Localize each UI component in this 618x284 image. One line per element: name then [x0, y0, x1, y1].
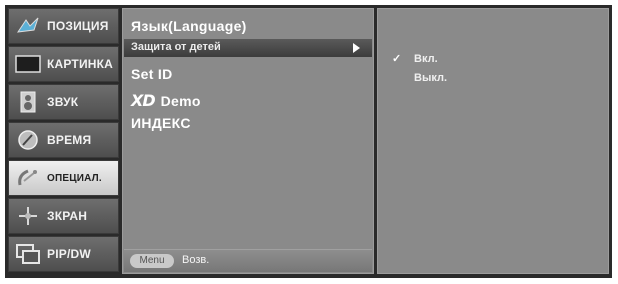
submenu-item-index[interactable]: ИНДЕКС — [131, 115, 191, 131]
submenu-item-language[interactable]: Язык(Language) — [131, 18, 247, 34]
satellite-dish-icon — [15, 167, 41, 189]
menu-item-label: ВРЕМЯ — [47, 133, 92, 147]
main-menu: ПОЗИЦИЯ КАРТИНКА ЗВУК ВРЕМЯ ОПЕЦИАЛ. ЗКР… — [8, 8, 119, 274]
menu-item-label: PIP/DW — [47, 247, 91, 261]
pip-icon — [15, 243, 41, 265]
menu-item-label: ЗВУК — [47, 95, 79, 109]
submenu-item-label: Demo — [160, 92, 201, 109]
xd-logo: XD — [131, 91, 156, 110]
position-icon — [15, 15, 41, 37]
submenu-item-label: Защита от детей — [131, 41, 221, 53]
arrow-right-icon — [353, 43, 360, 53]
picture-icon — [15, 53, 41, 75]
submenu-item-xd-demo[interactable]: XD Demo — [131, 91, 201, 110]
option-on[interactable]: Вкл. — [414, 53, 438, 65]
footer-bar: Menu Возв. — [124, 249, 372, 272]
menu-item-screen[interactable]: ЗКРАН — [8, 198, 119, 234]
speaker-icon — [15, 91, 41, 113]
menu-item-time[interactable]: ВРЕМЯ — [8, 122, 119, 158]
menu-item-position[interactable]: ПОЗИЦИЯ — [8, 8, 119, 44]
check-icon: ✓ — [392, 53, 402, 65]
back-label: Возв. — [182, 254, 210, 266]
screen-adjust-icon — [15, 205, 41, 227]
menu-item-label: ОПЕЦИАЛ. — [47, 172, 102, 184]
menu-item-label: ЗКРАН — [47, 209, 88, 223]
submenu-item-child-lock[interactable]: Защита от детей — [124, 39, 372, 57]
menu-button[interactable]: Menu — [130, 254, 174, 268]
menu-item-special[interactable]: ОПЕЦИАЛ. — [8, 160, 119, 196]
options-panel: ✓ Вкл. Выкл. — [377, 8, 609, 274]
clock-icon — [15, 129, 41, 151]
menu-item-picture[interactable]: КАРТИНКА — [8, 46, 119, 82]
menu-item-pip[interactable]: PIP/DW — [8, 236, 119, 272]
menu-item-label: КАРТИНКА — [47, 57, 114, 71]
menu-item-sound[interactable]: ЗВУК — [8, 84, 119, 120]
submenu-item-set-id[interactable]: Set ID — [131, 66, 172, 82]
menu-item-label: ПОЗИЦИЯ — [47, 19, 109, 33]
option-off[interactable]: Выкл. — [414, 72, 447, 84]
submenu-panel: Язык(Language) Защита от детей Set ID XD… — [122, 8, 374, 274]
